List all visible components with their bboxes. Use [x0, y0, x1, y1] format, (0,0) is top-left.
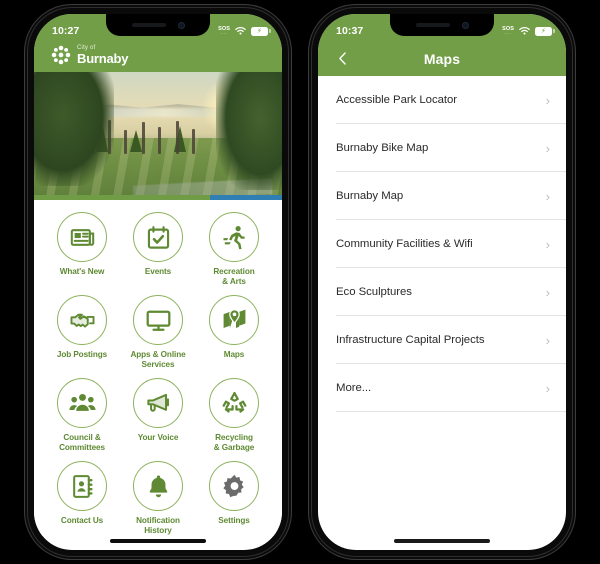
home-indicator[interactable]	[394, 539, 490, 543]
logo-text: City of Burnaby	[77, 45, 129, 66]
status-time: 10:37	[336, 25, 364, 37]
sos-indicator: SOS ····	[218, 25, 230, 36]
tile-label: Contact Us	[60, 516, 104, 525]
tile-label: Settings	[218, 516, 250, 525]
megaphone-icon	[133, 378, 183, 428]
tile-job-postings[interactable]: Job Postings	[44, 295, 120, 370]
phone-left: 10:27 SOS ···· ⚡ City of Burnaby What's …	[28, 8, 288, 556]
battery-charging-icon: ⚡	[251, 26, 271, 36]
speaker-grille-icon	[131, 23, 166, 27]
list-item-label: Burnaby Map	[336, 190, 404, 202]
chevron-right-icon: ›	[545, 188, 550, 204]
chevron-right-icon: ›	[545, 92, 550, 108]
phone-right-screen: 10:37 SOS ···· ⚡ Maps Accessible Park Lo…	[318, 14, 566, 550]
tile-recycling-garbage[interactable]: Recycling & Garbage	[196, 378, 272, 453]
speaker-grille-icon	[415, 23, 450, 27]
battery-charging-icon: ⚡	[535, 26, 555, 36]
monitor-icon	[133, 295, 183, 345]
chevron-left-icon	[338, 51, 346, 65]
phone-left-screen: 10:27 SOS ···· ⚡ City of Burnaby What's …	[34, 14, 282, 550]
gear-icon	[209, 461, 259, 511]
hero-blue-stripe	[210, 195, 282, 200]
maps-list: Accessible Park Locator › Burnaby Bike M…	[318, 76, 566, 412]
home-icon-grid: What's New Events Recreation & Arts Job …	[34, 200, 282, 536]
burnaby-crest-icon	[50, 44, 72, 66]
hero-totem	[124, 130, 127, 154]
notch	[106, 14, 210, 36]
runner-icon	[209, 212, 259, 262]
wifi-icon	[235, 27, 246, 35]
status-icons: SOS ···· ⚡	[502, 25, 555, 36]
bell-icon	[133, 461, 183, 511]
chevron-right-icon: ›	[545, 140, 550, 156]
chevron-right-icon: ›	[545, 236, 550, 252]
tile-label: Job Postings	[56, 350, 108, 359]
list-item[interactable]: Community Facilities & Wifi ›	[318, 220, 566, 268]
list-item[interactable]: More... ›	[318, 364, 566, 412]
tile-label: Your Voice	[137, 433, 179, 442]
front-camera-icon	[177, 21, 185, 29]
list-item-label: Burnaby Bike Map	[336, 142, 429, 154]
map-pin-icon	[209, 295, 259, 345]
tile-your-voice[interactable]: Your Voice	[120, 378, 196, 453]
list-item[interactable]: Infrastructure Capital Projects ›	[318, 316, 566, 364]
status-icons: SOS ···· ⚡	[218, 25, 271, 36]
sos-indicator: SOS ····	[502, 25, 514, 36]
tile-label: Council & Committees	[59, 433, 105, 452]
screenshot-stage: 10:27 SOS ···· ⚡ City of Burnaby What's …	[0, 0, 600, 564]
hero-tree-right	[216, 72, 282, 190]
tile-whats-new[interactable]: What's New	[44, 212, 120, 287]
page-title: Maps	[423, 51, 461, 67]
tile-council-committees[interactable]: Council & Committees	[44, 378, 120, 453]
newspaper-icon	[57, 212, 107, 262]
hero-tree	[130, 130, 142, 152]
tile-label: Events	[144, 267, 172, 276]
people-group-icon	[57, 378, 107, 428]
hero-totem	[142, 122, 145, 154]
tile-label: Recreation & Arts	[213, 267, 255, 286]
tile-label: Maps	[223, 350, 245, 359]
tile-events[interactable]: Events	[120, 212, 196, 287]
tile-contact-us[interactable]: Contact Us	[44, 461, 120, 536]
tile-label: What's New	[59, 267, 105, 276]
logo-line-2: Burnaby	[77, 51, 129, 66]
address-book-icon	[57, 461, 107, 511]
list-item-label: Community Facilities & Wifi	[336, 238, 473, 250]
calendar-check-icon	[133, 212, 183, 262]
notch	[390, 14, 494, 36]
hero-totem	[192, 129, 195, 154]
hero-totem	[158, 127, 161, 154]
phone-right: 10:37 SOS ···· ⚡ Maps Accessible Park Lo…	[312, 8, 572, 556]
back-button[interactable]	[330, 46, 354, 70]
wifi-icon	[519, 27, 530, 35]
list-item-label: More...	[336, 382, 372, 394]
list-item-label: Infrastructure Capital Projects	[336, 334, 485, 346]
chevron-right-icon: ›	[545, 380, 550, 396]
hero-totem	[176, 121, 179, 154]
front-camera-icon	[461, 21, 469, 29]
list-item-label: Accessible Park Locator	[336, 94, 458, 106]
recycle-icon	[209, 378, 259, 428]
tile-notification-history[interactable]: Notification History	[120, 461, 196, 536]
list-item[interactable]: Eco Sculptures ›	[318, 268, 566, 316]
tile-settings[interactable]: Settings	[196, 461, 272, 536]
tile-label: Recycling & Garbage	[213, 433, 255, 452]
chevron-right-icon: ›	[545, 284, 550, 300]
hero-photo	[34, 72, 282, 200]
chevron-right-icon: ›	[545, 332, 550, 348]
list-item-label: Eco Sculptures	[336, 286, 412, 298]
status-time: 10:27	[52, 25, 80, 37]
list-item[interactable]: Accessible Park Locator ›	[318, 76, 566, 124]
tile-recreation-arts[interactable]: Recreation & Arts	[196, 212, 272, 287]
tile-label: Apps & Online Services	[130, 350, 186, 369]
home-indicator[interactable]	[110, 539, 206, 543]
handshake-icon	[57, 295, 107, 345]
list-item[interactable]: Burnaby Map ›	[318, 172, 566, 220]
hero-tree-left	[34, 72, 114, 186]
tile-apps-online-services[interactable]: Apps & Online Services	[120, 295, 196, 370]
list-item[interactable]: Burnaby Bike Map ›	[318, 124, 566, 172]
tile-label: Notification History	[136, 516, 180, 535]
tile-maps[interactable]: Maps	[196, 295, 272, 370]
